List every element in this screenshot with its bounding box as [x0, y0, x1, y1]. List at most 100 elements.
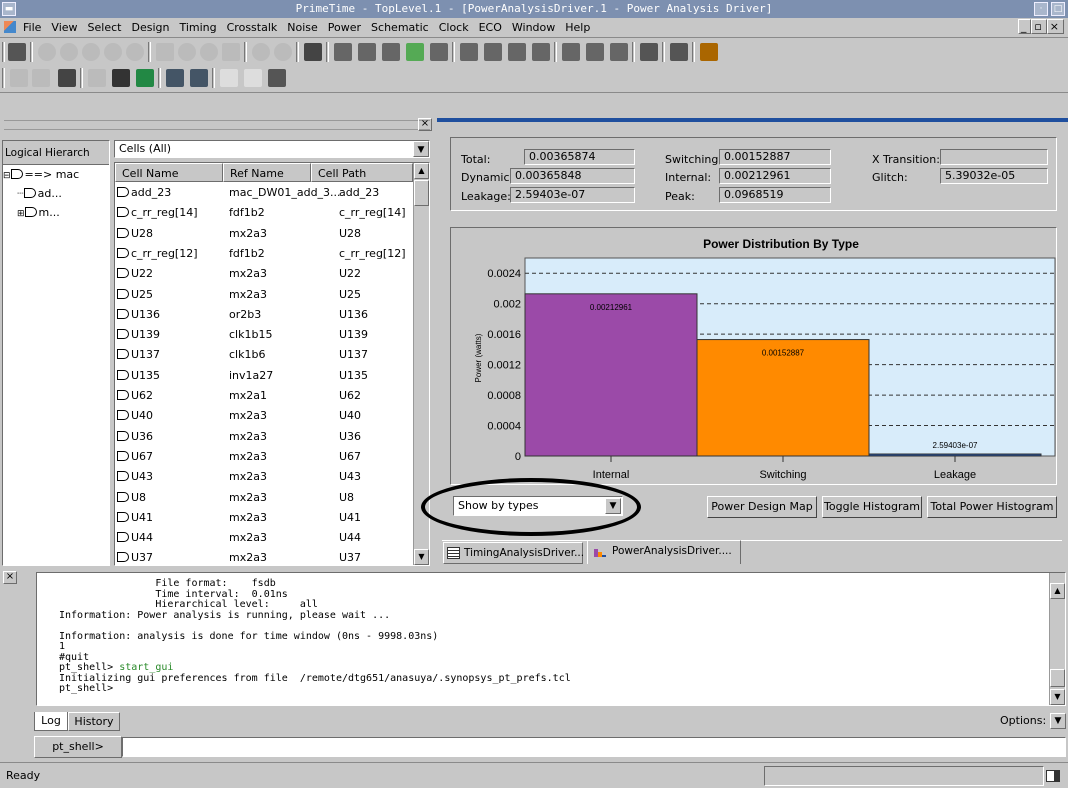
- select-icon[interactable]: [156, 43, 174, 61]
- table-row[interactable]: U135 inv1a27 U135: [115, 366, 413, 386]
- table-row[interactable]: U41 mx2a3 U41: [115, 508, 413, 528]
- menu-help[interactable]: Help: [560, 18, 595, 37]
- forward-icon[interactable]: [32, 69, 50, 87]
- total-power-histogram-button[interactable]: Total Power Histogram: [927, 496, 1057, 518]
- prompt-button[interactable]: pt_shell>: [34, 736, 122, 758]
- table-row[interactable]: U136 or2b3 U136: [115, 305, 413, 325]
- schematic-icon[interactable]: [586, 43, 604, 61]
- menu-noise[interactable]: Noise: [282, 18, 323, 37]
- back-icon[interactable]: [10, 69, 28, 87]
- menu-view[interactable]: View: [46, 18, 82, 37]
- tree-item-m[interactable]: ⊞ m...: [17, 205, 109, 221]
- grid-icon[interactable]: [136, 69, 154, 87]
- trace-icon[interactable]: [166, 69, 184, 87]
- zoom-icon[interactable]: [38, 43, 56, 61]
- menu-timing[interactable]: Timing: [174, 18, 221, 37]
- table-row[interactable]: c_rr_reg[12] fdf1b2 c_rr_reg[12]: [115, 244, 413, 264]
- scroll-thumb[interactable]: [414, 180, 429, 206]
- zoom-out-icon[interactable]: [200, 43, 218, 61]
- menu-eco[interactable]: ECO: [474, 18, 507, 37]
- schematic-icon[interactable]: [610, 43, 628, 61]
- close-panel-button[interactable]: ×: [418, 118, 432, 131]
- path-icon[interactable]: [484, 43, 502, 61]
- menu-design[interactable]: Design: [126, 18, 174, 37]
- tab-power-analysis[interactable]: PowerAnalysisDriver....: [587, 540, 741, 564]
- power-design-map-button[interactable]: Power Design Map: [707, 496, 817, 518]
- table-row[interactable]: U28 mx2a3 U28: [115, 224, 413, 244]
- scroll-thumb[interactable]: [1050, 669, 1065, 687]
- table-row[interactable]: U137 clk1b6 U137: [115, 345, 413, 365]
- column-header-ref-name[interactable]: Ref Name: [223, 163, 311, 182]
- play-icon[interactable]: [58, 69, 76, 87]
- table-icon[interactable]: [244, 69, 262, 87]
- minimize-button[interactable]: ·: [1034, 2, 1048, 16]
- options-dropdown-arrow-icon[interactable]: ▼: [1050, 713, 1066, 729]
- zoom-icon[interactable]: [274, 43, 292, 61]
- toggle-histogram-button[interactable]: Toggle Histogram: [822, 496, 922, 518]
- scroll-up-arrow-icon[interactable]: ▲: [1050, 583, 1065, 599]
- command-input[interactable]: [122, 737, 1066, 757]
- table-row[interactable]: c_rr_reg[14] fdf1b2 c_rr_reg[14]: [115, 203, 413, 223]
- table-row[interactable]: U40 mx2a3 U40: [115, 406, 413, 426]
- menu-window[interactable]: Window: [507, 18, 560, 37]
- zoom-icon[interactable]: [104, 43, 122, 61]
- zoom-icon[interactable]: [82, 43, 100, 61]
- menu-crosstalk[interactable]: Crosstalk: [222, 18, 283, 37]
- column-header-cell-path[interactable]: Cell Path: [311, 163, 413, 182]
- scroll-up-arrow-icon[interactable]: ▲: [414, 163, 429, 179]
- table-row[interactable]: U22 mx2a3 U22: [115, 264, 413, 284]
- table-row[interactable]: U67 mx2a3 U67: [115, 447, 413, 467]
- print-icon[interactable]: [8, 43, 26, 61]
- grid-icon[interactable]: [112, 69, 130, 87]
- menu-clock[interactable]: Clock: [434, 18, 474, 37]
- table-row[interactable]: U25 mx2a3 U25: [115, 285, 413, 305]
- console-scrollbar[interactable]: ▲ ▼: [1049, 573, 1065, 705]
- dropdown-arrow-icon[interactable]: ▼: [413, 141, 429, 157]
- table-row[interactable]: U139 clk1b15 U139: [115, 325, 413, 345]
- tab-history[interactable]: History: [68, 712, 120, 731]
- layers-icon[interactable]: [268, 69, 286, 87]
- maximize-button[interactable]: □: [1051, 2, 1065, 16]
- close-console-button[interactable]: ×: [3, 571, 17, 584]
- window-icon[interactable]: [220, 69, 238, 87]
- zoom-icon[interactable]: [126, 43, 144, 61]
- histogram-icon[interactable]: [430, 43, 448, 61]
- stop-icon[interactable]: [640, 43, 658, 61]
- table-row[interactable]: U37 mx2a3 U37: [115, 548, 413, 565]
- path-icon[interactable]: [532, 43, 550, 61]
- table-row[interactable]: U44 mx2a3 U44: [115, 528, 413, 548]
- hand-icon[interactable]: [304, 43, 322, 61]
- schematic-icon[interactable]: [562, 43, 580, 61]
- zoom-in-icon[interactable]: [178, 43, 196, 61]
- mdi-controls-icon[interactable]: _ ▫ ×: [1017, 19, 1064, 34]
- path-icon[interactable]: [508, 43, 526, 61]
- zoom-fit-icon[interactable]: [252, 43, 270, 61]
- tree-item-mac[interactable]: ⊟ ==> mac: [3, 167, 109, 183]
- menu-select[interactable]: Select: [83, 18, 127, 37]
- scroll-down-arrow-icon[interactable]: ▼: [1050, 689, 1065, 705]
- histogram-icon[interactable]: [382, 43, 400, 61]
- histogram-icon[interactable]: [406, 43, 424, 61]
- zoom-icon[interactable]: [60, 43, 78, 61]
- menu-schematic[interactable]: Schematic: [366, 18, 434, 37]
- trace-icon[interactable]: [190, 69, 208, 87]
- table-row[interactable]: U43 mx2a3 U43: [115, 467, 413, 487]
- power-icon[interactable]: [700, 43, 718, 61]
- histogram-icon[interactable]: [334, 43, 352, 61]
- menu-power[interactable]: Power: [323, 18, 366, 37]
- table-row[interactable]: U36 mx2a3 U36: [115, 427, 413, 447]
- menu-file[interactable]: File: [18, 18, 46, 37]
- hierarchy-icon[interactable]: [670, 43, 688, 61]
- pan-icon[interactable]: [222, 43, 240, 61]
- tab-timing-analysis[interactable]: TimingAnalysisDriver...: [443, 542, 584, 564]
- window-menu-button[interactable]: ▬: [2, 2, 16, 16]
- cell-filter-select[interactable]: Cells (All) ▼: [114, 140, 430, 158]
- histogram-icon[interactable]: [358, 43, 376, 61]
- table-row[interactable]: add_23 mac_DW01_add_3... add_23: [115, 183, 413, 203]
- path-icon[interactable]: [460, 43, 478, 61]
- tree-item-add[interactable]: ┄ ad...: [17, 186, 109, 202]
- tab-log[interactable]: Log: [34, 712, 68, 731]
- column-header-cell-name[interactable]: Cell Name: [115, 163, 223, 182]
- scroll-down-arrow-icon[interactable]: ▼: [414, 549, 429, 565]
- table-row[interactable]: U8 mx2a3 U8: [115, 488, 413, 508]
